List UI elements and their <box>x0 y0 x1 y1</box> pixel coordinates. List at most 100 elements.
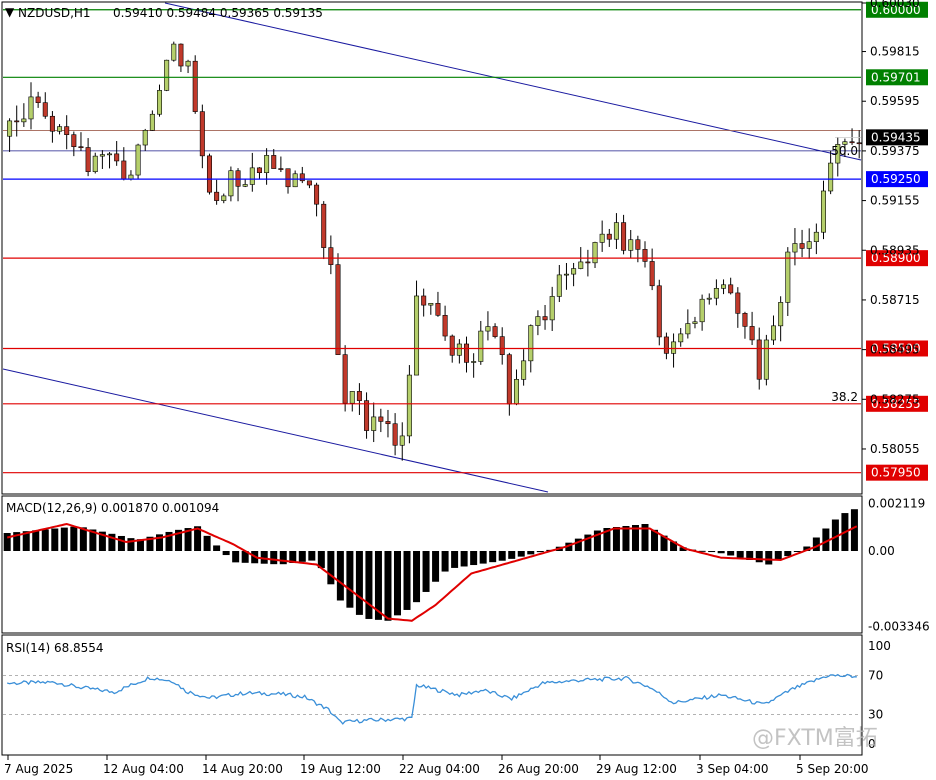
candle-down <box>356 391 362 401</box>
candle-up <box>142 130 148 146</box>
candle-up <box>592 242 598 264</box>
candle-up <box>149 113 155 131</box>
macd-histogram-bar <box>612 527 620 551</box>
candle-up <box>135 144 141 176</box>
candle-down <box>78 146 84 149</box>
candle-up <box>678 333 684 343</box>
current-price-label: 0.59435 <box>871 130 921 144</box>
candle-down <box>506 354 512 405</box>
price-tick-label: 0.59595 <box>870 94 920 108</box>
candle-down <box>385 421 391 425</box>
candle-down <box>314 184 320 205</box>
candle-up <box>828 162 834 192</box>
candle-up <box>628 239 634 251</box>
macd-histogram-bar <box>308 551 316 561</box>
price-tick-label: 0.59155 <box>870 194 920 208</box>
price-tick-label: 0.59815 <box>870 45 920 59</box>
candle-up <box>128 174 134 180</box>
macd-histogram-bar <box>765 551 773 565</box>
price-tick-label: 0.58275 <box>870 392 920 406</box>
time-tick-label: 26 Aug 20:00 <box>498 762 579 776</box>
fib-label-50.0: 50.0 <box>831 144 858 158</box>
ohlc-label: 0.59410 0.59484 0.59365 0.59135 <box>113 6 323 20</box>
macd-label: MACD(12,26,9) 0.001870 0.001094 <box>6 501 219 515</box>
macd-histogram-bar <box>755 551 763 563</box>
macd-histogram-bar <box>460 551 468 567</box>
macd-histogram-bar <box>327 551 335 585</box>
chart-dropdown-icon[interactable]: ▼ <box>5 5 15 19</box>
candle-down <box>321 203 327 248</box>
macd-histogram-bar <box>850 509 858 551</box>
macd-histogram-bar <box>727 551 735 556</box>
candle-up <box>563 273 569 276</box>
candle-up <box>721 284 727 289</box>
macd-histogram-bar <box>422 551 430 592</box>
macd-histogram-bar <box>51 528 59 551</box>
candle-up <box>521 360 527 380</box>
candle-up <box>171 43 177 61</box>
time-tick-label: 14 Aug 20:00 <box>202 762 283 776</box>
price-panel-frame <box>1 1 863 495</box>
nzdusd-chart: 0.600000.597010.592500.589000.585000.582… <box>1 0 930 776</box>
candle-down <box>278 168 284 170</box>
macd-histogram-bar <box>60 527 68 551</box>
candle-up <box>556 274 562 297</box>
macd-histogram-bar <box>336 551 344 601</box>
macd-histogram-bar <box>117 535 125 551</box>
time-tick-label: 22 Aug 04:00 <box>399 762 480 776</box>
candle-down <box>49 115 55 132</box>
candle-down <box>749 326 755 341</box>
candle-down <box>435 302 441 316</box>
candle-down <box>442 315 448 337</box>
candle-up <box>92 155 98 172</box>
time-tick-label: 19 Aug 12:00 <box>300 762 381 776</box>
candle-down <box>742 313 748 327</box>
candle-down <box>306 180 312 186</box>
candle-down <box>378 416 384 422</box>
macd-histogram-bar <box>536 551 544 553</box>
macd-histogram-bar <box>3 533 11 551</box>
candle-up <box>7 120 13 137</box>
candle-down <box>285 168 291 188</box>
macd-histogram-bar <box>479 551 487 564</box>
candle-up <box>471 361 477 363</box>
candle-up <box>414 295 420 376</box>
candle-up <box>785 251 791 303</box>
macd-panel-frame <box>1 495 863 634</box>
price-tick-label: 0.58055 <box>870 442 920 456</box>
candle-down <box>728 284 734 294</box>
candle-down <box>635 239 641 250</box>
macd-histogram-bar <box>508 551 516 559</box>
symbol-label: NZDUSD,H1 <box>18 6 91 20</box>
candle-up <box>21 118 27 123</box>
candle-down <box>663 336 669 354</box>
candle-up <box>692 321 698 324</box>
candle-down <box>449 335 455 356</box>
macd-histogram-bar <box>432 551 440 582</box>
candle-up <box>371 416 377 431</box>
candle-down <box>756 339 762 380</box>
candle-down <box>585 261 591 264</box>
candle-down <box>656 285 662 338</box>
fib-label-38.2: 38.2 <box>831 390 858 404</box>
rsi-tick-label: 100 <box>868 639 891 653</box>
candle-down <box>114 153 120 162</box>
candle-up <box>57 126 63 132</box>
candle-down <box>499 336 505 356</box>
candle-up <box>513 379 519 405</box>
candle-down <box>271 155 277 169</box>
price-tick-label: 0.59375 <box>870 144 920 158</box>
candle-up <box>157 90 163 115</box>
candle-up <box>713 288 719 299</box>
watermark: @FXTM富拓 <box>752 726 878 751</box>
macd-histogram-bar <box>717 551 725 554</box>
candle-down <box>364 400 370 431</box>
candle-down <box>71 134 77 148</box>
time-tick-label: 12 Aug 04:00 <box>103 762 184 776</box>
rsi-tick-label: 70 <box>868 668 883 682</box>
candle-up <box>820 190 826 233</box>
candle-up <box>806 241 812 249</box>
candle-down <box>299 173 305 182</box>
macd-histogram-bar <box>736 551 744 558</box>
price-tick-label: 0.58715 <box>870 293 920 307</box>
